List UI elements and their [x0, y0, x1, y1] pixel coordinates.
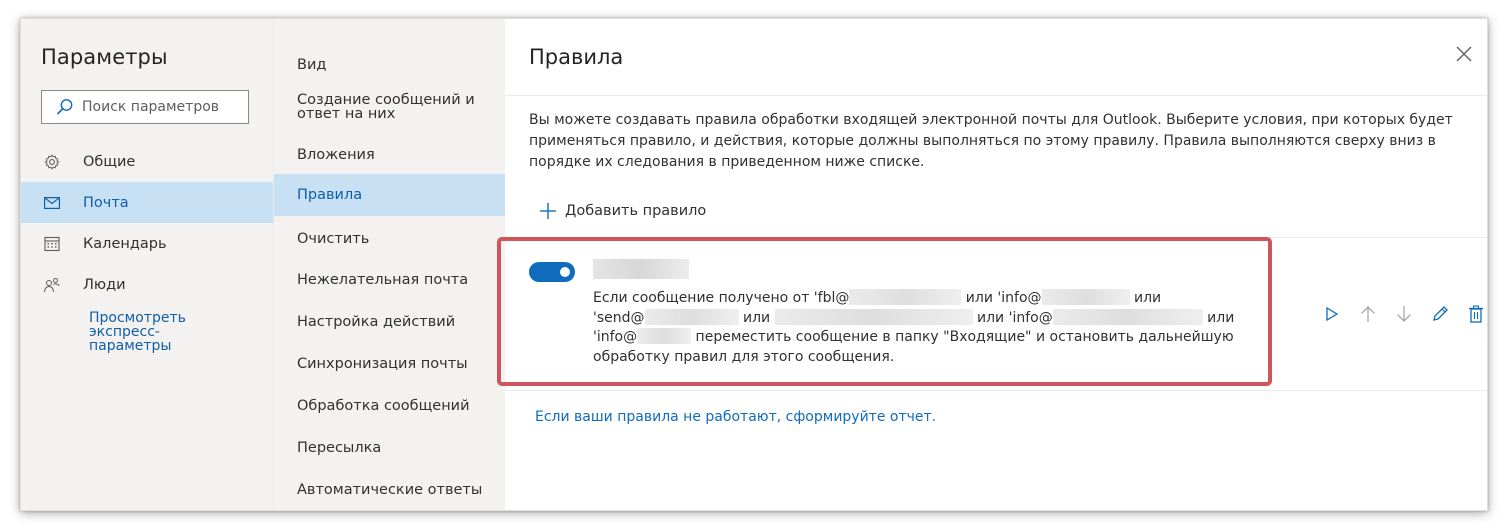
nav-item-label: Люди	[83, 276, 126, 293]
mail-nav-junk[interactable]: Нежелательная почта	[274, 270, 506, 290]
redacted-text	[644, 308, 739, 325]
add-rule-button[interactable]: Добавить правило	[539, 202, 706, 220]
rule-text-part: или 'info@	[972, 309, 1053, 326]
move-down-button[interactable]	[1393, 303, 1415, 325]
plus-icon	[540, 203, 556, 219]
nav-item-label: Общие	[83, 153, 136, 170]
play-icon	[1326, 306, 1339, 322]
quick-settings-link[interactable]: Просмотреть экспресс- параметры	[89, 311, 186, 353]
nav-item-label: Календарь	[83, 235, 167, 252]
rule-name-redacted	[593, 259, 689, 279]
settings-nav: Общие Почта Календарь Люди	[21, 141, 273, 305]
gear-icon	[43, 153, 61, 171]
run-rule-button[interactable]	[1321, 303, 1343, 325]
quick-settings-line: экспресс-	[89, 324, 160, 340]
divider	[505, 95, 1487, 96]
rule-text-part: или	[1202, 309, 1235, 326]
mail-nav-actions[interactable]: Настройка действий	[274, 312, 506, 332]
mail-nav-sync[interactable]: Синхронизация почты	[274, 354, 506, 374]
rule-text-part: обработку правил для этого сообщения.	[593, 348, 895, 365]
people-icon	[43, 276, 61, 294]
rule-text-part: или	[1129, 290, 1162, 306]
rule-description: Если сообщение получено от 'fbl@ или 'in…	[593, 289, 1273, 367]
rules-panel: Правила Вы можете создавать правила обра…	[505, 19, 1487, 510]
divider	[505, 390, 1487, 391]
nav-item-calendar[interactable]: Календарь	[21, 223, 273, 264]
rule-text-part: переместить сообщение в папку "Входящие"…	[691, 329, 1234, 345]
redacted-text	[637, 328, 692, 344]
mail-nav-message-handling[interactable]: Обработка сообщений	[274, 396, 506, 416]
rule-text-part: 'send@	[593, 309, 645, 326]
quick-settings-line: параметры	[89, 338, 172, 354]
divider	[505, 237, 1487, 238]
search-placeholder: Поиск параметров	[82, 99, 220, 115]
rule-actions	[1321, 303, 1487, 325]
rule-text-part: 'info@	[593, 329, 638, 345]
toggle-knob	[560, 267, 570, 277]
quick-settings-line: Просмотреть	[89, 310, 186, 326]
delete-rule-button[interactable]	[1465, 303, 1487, 325]
mail-nav-sweep[interactable]: Очистить	[274, 229, 506, 249]
redacted-text	[1041, 289, 1130, 305]
settings-window: Параметры Поиск параметров Общие Почта К…	[20, 18, 1488, 511]
nav-item-people[interactable]: Люди	[21, 264, 273, 305]
mail-nav-auto-replies[interactable]: Автоматические ответы	[274, 480, 506, 500]
redacted-text	[849, 289, 962, 305]
rule-text-part: Если сообщение получено от 'fbl@	[593, 290, 850, 306]
pencil-icon	[1433, 306, 1448, 321]
redacted-text	[1052, 308, 1203, 325]
nav-item-mail[interactable]: Почта	[21, 182, 273, 223]
rules-description: Вы можете создавать правила обработки вх…	[529, 112, 1453, 170]
search-icon	[56, 99, 73, 115]
settings-title: Параметры	[41, 45, 168, 69]
mail-nav-compose[interactable]: Создание сообщений и ответ на них	[274, 93, 494, 122]
rule-text-part: или 'info@	[961, 290, 1042, 306]
mail-nav-layout[interactable]: Вид	[274, 55, 506, 75]
mail-nav-attachments[interactable]: Вложения	[274, 145, 506, 165]
mail-nav-forwarding[interactable]: Пересылка	[274, 438, 506, 458]
move-up-button[interactable]	[1357, 303, 1379, 325]
rules-title: Правила	[529, 45, 624, 69]
mail-nav-rules[interactable]: Правила	[274, 174, 506, 216]
add-rule-label: Добавить правило	[565, 203, 707, 219]
nav-item-label: Почта	[83, 194, 129, 211]
nav-item-general[interactable]: Общие	[21, 141, 273, 182]
arrow-up-icon	[1361, 306, 1375, 322]
redacted-text	[774, 308, 973, 325]
rule-text-part: или	[738, 309, 775, 326]
mail-settings-nav: Вид Создание сообщений и ответ на них Вл…	[273, 19, 506, 510]
report-link[interactable]: Если ваши правила не работают, сформируй…	[535, 409, 936, 425]
search-input[interactable]: Поиск параметров	[41, 90, 249, 124]
rule-enabled-toggle[interactable]	[529, 262, 575, 282]
arrow-down-icon	[1397, 306, 1411, 322]
close-icon[interactable]	[1455, 45, 1473, 63]
mail-icon	[43, 194, 61, 212]
trash-icon	[1469, 305, 1483, 323]
settings-sidebar: Параметры Поиск параметров Общие Почта К…	[21, 19, 273, 510]
calendar-icon	[43, 235, 61, 253]
edit-rule-button[interactable]	[1429, 303, 1451, 325]
